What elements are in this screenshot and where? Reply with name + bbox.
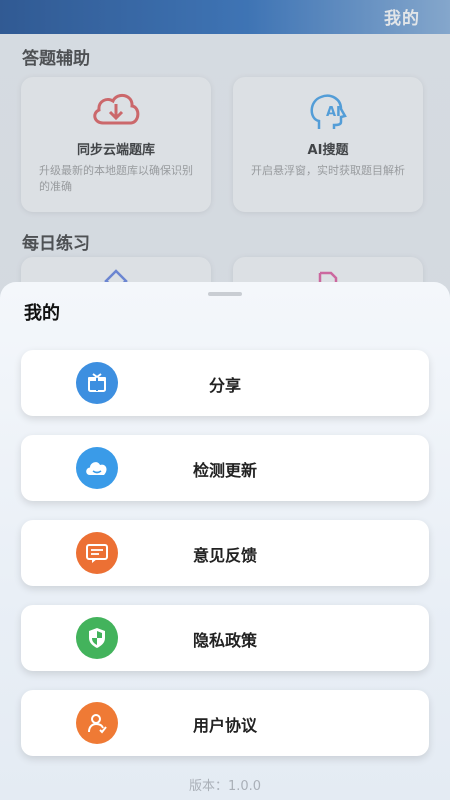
menu-item-label: 隐私政策 — [192, 631, 257, 650]
menu-item-feedback[interactable]: 意见反馈 — [21, 520, 429, 586]
menu-item-privacy-policy[interactable]: 隐私政策 — [21, 605, 429, 671]
sheet-drag-handle[interactable] — [208, 292, 242, 296]
version-text: 版本：1.0.0 — [188, 779, 262, 794]
bottom-sheet: 我的 分享 检测更新 意见反馈 隐私政策 用户协议 版本：1.0.0 — [0, 282, 450, 800]
menu-item-label: 检测更新 — [192, 461, 257, 480]
menu-item-label: 用户协议 — [192, 716, 257, 735]
menu-item-check-update[interactable]: 检测更新 — [21, 435, 429, 501]
sheet-title: 我的 — [24, 303, 60, 324]
menu-item-share[interactable]: 分享 — [21, 350, 429, 416]
menu-item-user-agreement[interactable]: 用户协议 — [21, 690, 429, 756]
menu-item-label: 分享 — [208, 376, 241, 395]
menu-item-label: 意见反馈 — [192, 546, 257, 565]
